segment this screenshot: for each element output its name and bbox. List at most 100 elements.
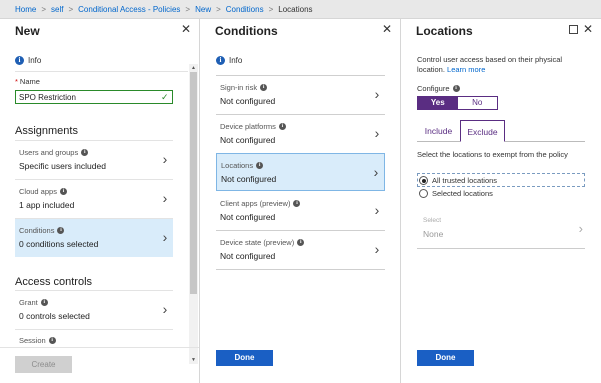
info-icon: i <box>59 188 67 195</box>
radio-label: All trusted locations <box>432 176 498 185</box>
info-icon: i <box>278 123 286 130</box>
maximize-icon[interactable] <box>569 25 578 34</box>
item-label: Device platforms i <box>220 122 286 131</box>
breadcrumb-chevron-icon: > <box>216 4 221 14</box>
blade-title: Locations <box>416 24 473 38</box>
item-value: Not configured <box>220 96 276 106</box>
toggle-no[interactable]: No <box>457 97 497 109</box>
chevron-right-icon: › <box>374 86 380 102</box>
assignments-heading: Assignments <box>15 125 78 137</box>
location-radio-group: All trusted locations Selected locations <box>417 173 585 201</box>
item-value: Not configured <box>220 135 276 145</box>
info-icon: i <box>293 200 301 207</box>
info-icon: i <box>15 55 24 65</box>
radio-button[interactable] <box>419 176 428 185</box>
device-platforms-item[interactable]: Device platforms i Not configured › <box>216 115 385 153</box>
item-label: Device state (preview) i <box>220 238 305 247</box>
info-icon: i <box>452 85 460 92</box>
info-link[interactable]: i Info <box>216 53 242 67</box>
client-apps-item[interactable]: Client apps (preview) i Not configured › <box>216 192 385 230</box>
blade-header: New ✕ <box>0 19 199 41</box>
item-label: Cloud apps i <box>19 187 67 196</box>
item-value: Specific users included <box>19 161 106 171</box>
select-locations-picker: Select None › <box>417 216 585 247</box>
scroll-down-icon[interactable]: ▼ <box>189 356 198 364</box>
info-icon: i <box>297 239 305 246</box>
close-icon[interactable]: ✕ <box>582 23 594 35</box>
scrollbar[interactable]: ▲ ▼ <box>189 64 198 364</box>
name-input[interactable] <box>15 90 173 104</box>
breadcrumb: Home > self > Conditional Access - Polic… <box>0 0 601 19</box>
exempt-description: Select the locations to exempt from the … <box>417 150 568 159</box>
configure-label: Configure i <box>417 84 460 93</box>
blade-title: Conditions <box>215 24 278 38</box>
select-label: Select <box>423 217 442 224</box>
device-state-item[interactable]: Device state (preview) i Not configured › <box>216 231 385 269</box>
breadcrumb-home[interactable]: Home <box>15 5 36 14</box>
breadcrumb-self[interactable]: self <box>51 5 63 14</box>
item-value: Not configured <box>220 251 276 261</box>
chevron-right-icon: › <box>374 125 380 141</box>
radio-all-trusted-locations[interactable]: All trusted locations <box>419 174 497 187</box>
radio-button[interactable] <box>419 189 428 198</box>
item-value: Not configured <box>220 212 276 222</box>
close-icon[interactable]: ✕ <box>180 23 192 35</box>
chevron-right-icon: › <box>373 164 379 180</box>
locations-item[interactable]: Locations i Not configured › <box>216 153 385 191</box>
item-label: Client apps (preview) i <box>220 199 301 208</box>
description: Control user access based on their physi… <box>417 55 563 74</box>
done-button[interactable]: Done <box>417 350 474 366</box>
include-exclude-tabs: Include Exclude <box>417 120 585 142</box>
breadcrumb-policies[interactable]: Conditional Access - Policies <box>78 5 180 14</box>
conditions-blade: Conditions ✕ i Info Sign-in risk i Not co… <box>200 19 401 383</box>
grant-item[interactable]: Grant i 0 controls selected › <box>15 291 173 329</box>
divider <box>15 71 188 72</box>
tab-include[interactable]: Include <box>417 120 460 142</box>
chevron-right-icon: › <box>578 221 583 236</box>
breadcrumb-chevron-icon: > <box>68 4 74 14</box>
cloud-apps-item[interactable]: Cloud apps i 1 app included › <box>15 180 173 218</box>
select-value: None <box>423 229 444 239</box>
footer-divider <box>0 347 199 348</box>
scroll-up-icon[interactable]: ▲ <box>189 64 198 72</box>
blade-header: Locations ✕ <box>401 19 601 41</box>
breadcrumb-chevron-icon: > <box>185 4 191 14</box>
radio-selected-locations[interactable]: Selected locations <box>419 187 493 200</box>
conditions-item[interactable]: Conditions i 0 conditions selected › <box>15 219 173 257</box>
info-link[interactable]: i Info <box>15 53 41 67</box>
learn-more-link[interactable]: Learn more <box>447 65 485 74</box>
info-icon: i <box>216 55 225 65</box>
item-value: 0 conditions selected <box>19 239 99 249</box>
info-icon: i <box>256 162 264 169</box>
breadcrumb-new[interactable]: New <box>195 5 211 14</box>
info-label: Info <box>229 55 243 65</box>
blade-title: New <box>15 24 40 38</box>
item-label: Session i <box>19 336 56 345</box>
scroll-thumb[interactable] <box>190 72 197 294</box>
create-button[interactable]: Create <box>15 356 72 373</box>
done-button[interactable]: Done <box>216 350 273 366</box>
item-value: 0 controls selected <box>19 311 90 321</box>
breadcrumb-chevron-icon: > <box>41 4 47 14</box>
item-label: Grant i <box>19 298 48 307</box>
info-icon: i <box>40 299 48 306</box>
tab-exclude[interactable]: Exclude <box>460 120 505 142</box>
users-and-groups-item[interactable]: Users and groups i Specific users include… <box>15 141 173 179</box>
session-item[interactable]: Session i <box>15 330 173 347</box>
check-icon: ✓ <box>161 92 169 102</box>
configure-toggle[interactable]: Yes No <box>417 96 498 110</box>
chevron-right-icon: › <box>374 241 380 257</box>
breadcrumb-conditions[interactable]: Conditions <box>226 5 264 14</box>
chevron-right-icon: › <box>374 202 380 218</box>
divider <box>417 248 585 249</box>
info-icon: i <box>260 84 268 91</box>
close-icon[interactable]: ✕ <box>381 23 393 35</box>
item-label: Sign-in risk i <box>220 83 268 92</box>
toggle-yes[interactable]: Yes <box>418 97 458 109</box>
breadcrumb-locations: Locations <box>278 4 313 14</box>
item-value: Not configured <box>221 174 277 184</box>
info-icon: i <box>57 227 65 234</box>
item-label: Conditions i <box>19 226 65 235</box>
radio-label: Selected locations <box>432 189 493 198</box>
sign-in-risk-item[interactable]: Sign-in risk i Not configured › <box>216 76 385 114</box>
